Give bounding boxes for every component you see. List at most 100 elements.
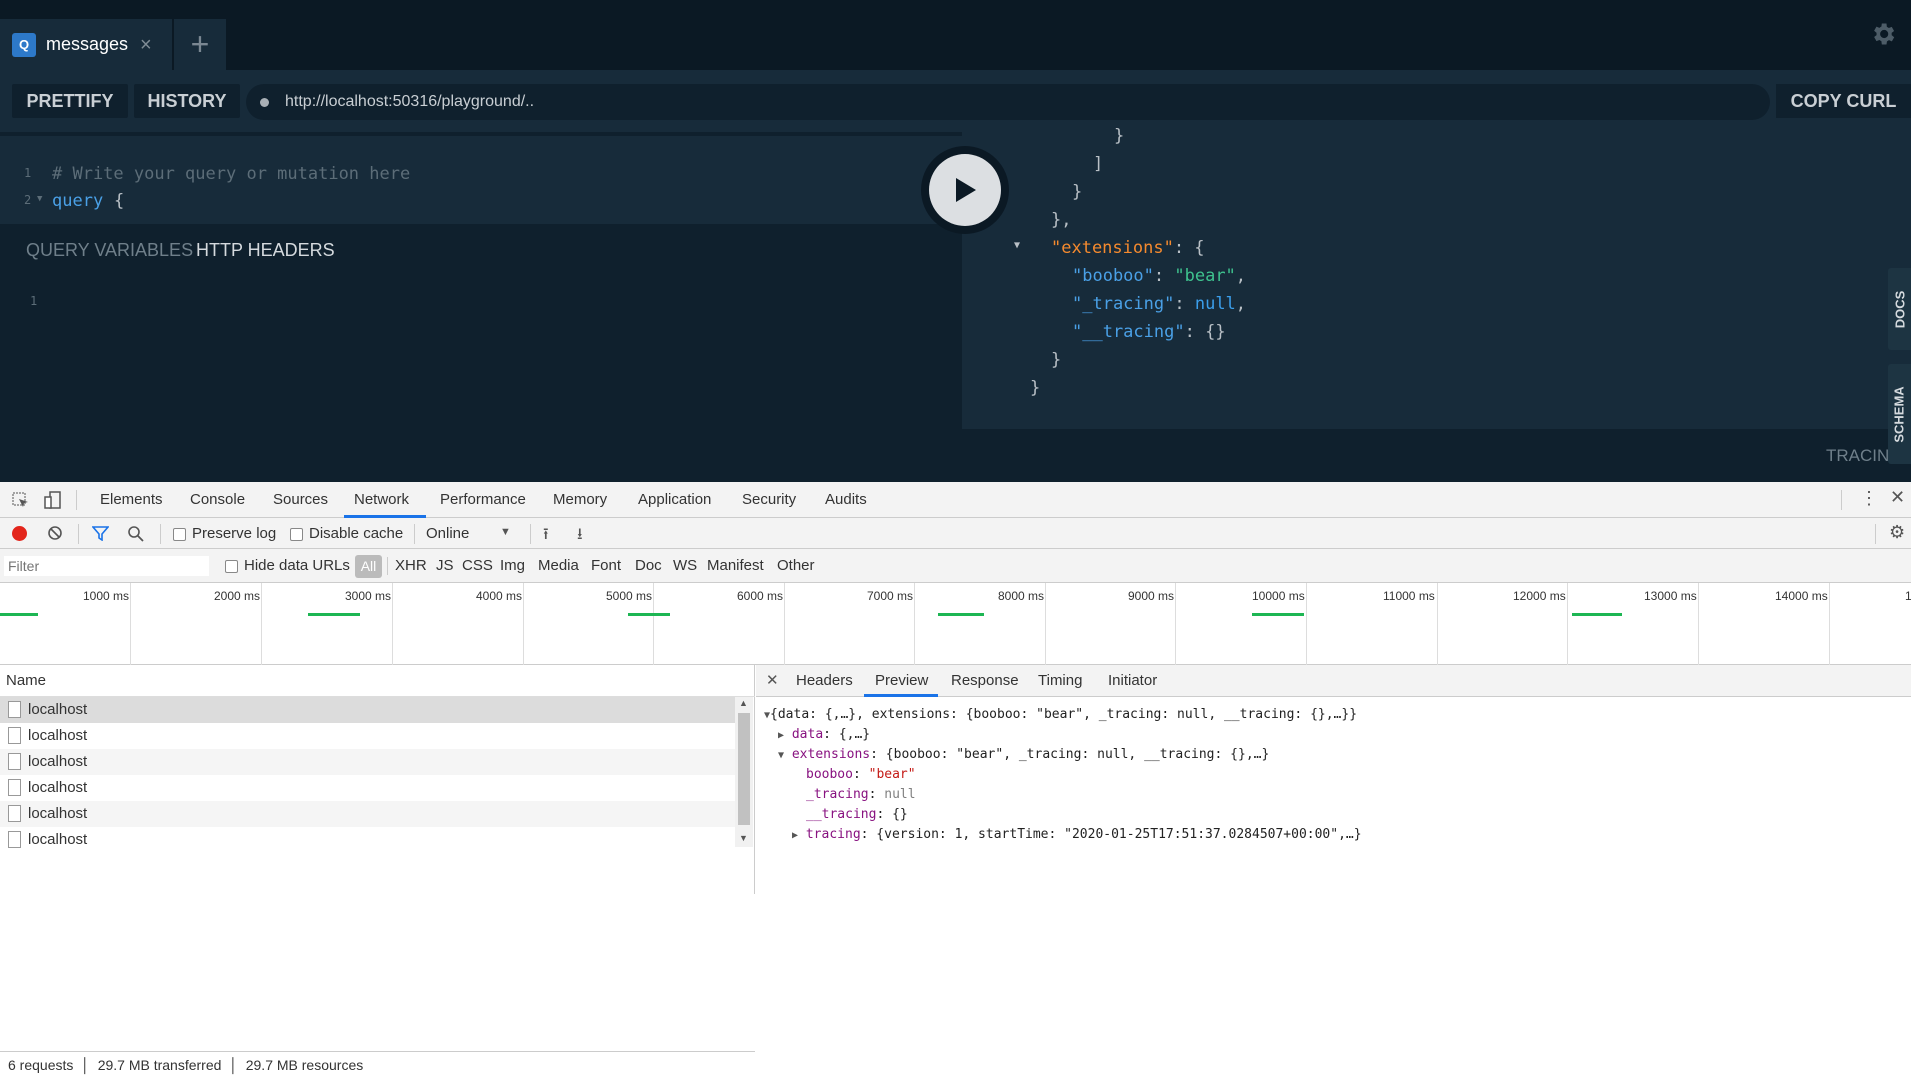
divider	[78, 524, 79, 544]
tab-security[interactable]: Security	[742, 491, 796, 508]
clear-icon[interactable]	[47, 525, 63, 541]
disable-cache-checkbox[interactable]: Disable cache	[290, 525, 403, 542]
chevron-down-icon[interactable]: ▼	[500, 526, 511, 538]
gear-icon[interactable]	[1869, 20, 1897, 48]
type-all-button[interactable]: All	[355, 555, 382, 578]
name-column-header[interactable]: Name	[0, 665, 755, 697]
history-button[interactable]: HISTORY	[134, 84, 240, 118]
request-row[interactable]: localhost	[0, 775, 735, 801]
tab-response[interactable]: Response	[951, 672, 1019, 689]
tab-elements[interactable]: Elements	[100, 491, 163, 508]
network-timeline[interactable]: 1000 ms 2000 ms 3000 ms 4000 ms 5000 ms …	[0, 583, 1911, 665]
type-xhr-button[interactable]: XHR	[395, 557, 427, 574]
tab-memory[interactable]: Memory	[553, 491, 607, 508]
expand-arrow-icon[interactable]: ▼	[778, 750, 784, 761]
type-ws-button[interactable]: WS	[673, 557, 697, 574]
add-tab-button[interactable]: +	[174, 19, 226, 70]
tracing-label[interactable]: TRACIN	[1826, 446, 1889, 466]
kebab-menu-icon[interactable]: ⋮	[1860, 488, 1878, 509]
preview-data-key: data	[791, 727, 824, 742]
collapsed-arrow-icon[interactable]: ▶	[792, 830, 798, 841]
tab-http-headers[interactable]: HTTP HEADERS	[196, 240, 335, 261]
type-css-button[interactable]: CSS	[462, 557, 493, 574]
docs-tab[interactable]: DOCS	[1888, 268, 1911, 350]
tab-initiator[interactable]: Initiator	[1108, 672, 1157, 689]
hide-data-urls-checkbox[interactable]: Hide data URLs	[225, 557, 350, 574]
tick-label: 12000 ms	[1513, 589, 1566, 603]
tab-query-variables[interactable]: QUERY VARIABLES	[26, 240, 193, 261]
request-row[interactable]: localhost	[0, 723, 735, 749]
variables-panel: QUERY VARIABLES HTTP HEADERS 1	[0, 224, 962, 482]
throttle-select[interactable]: Online	[426, 525, 469, 542]
tab-network[interactable]: Network	[354, 491, 409, 508]
open-brace: {	[114, 191, 125, 211]
tab-performance[interactable]: Performance	[440, 491, 526, 508]
search-icon[interactable]	[127, 525, 144, 542]
fold-arrow-icon[interactable]: ▼	[37, 194, 42, 204]
request-bar	[628, 613, 670, 616]
filter-input[interactable]	[4, 556, 209, 576]
tick-label: 14000 ms	[1775, 589, 1828, 603]
export-har-icon[interactable]: ⭳	[577, 523, 583, 550]
inspect-icon[interactable]	[12, 492, 29, 509]
type-img-button[interactable]: Img	[500, 557, 525, 574]
tick-line	[1829, 583, 1830, 665]
tick-line	[784, 583, 785, 665]
query-editor[interactable]: 1 2 ▼ # Write your query or mutation her…	[0, 136, 962, 224]
divider	[1875, 524, 1876, 544]
tab-sources[interactable]: Sources	[273, 491, 328, 508]
request-row[interactable]: localhost	[0, 801, 735, 827]
type-font-button[interactable]: Font	[591, 557, 621, 574]
request-bar	[0, 613, 38, 616]
devtools: Elements Console Sources Network Perform…	[0, 482, 1911, 1073]
run-query-button[interactable]	[921, 146, 1009, 234]
tick-label: 5000 ms	[606, 589, 653, 603]
request-row[interactable]: localhost	[0, 749, 735, 775]
type-doc-button[interactable]: Doc	[635, 557, 662, 574]
tick-label: 11000 ms	[1383, 589, 1435, 603]
import-har-icon[interactable]: ⭱	[543, 523, 549, 550]
divider	[530, 524, 531, 544]
close-icon[interactable]: ×	[140, 35, 152, 55]
request-row[interactable]: localhost	[0, 697, 735, 723]
close-icon[interactable]: ✕	[766, 671, 779, 689]
preserve-log-checkbox[interactable]: Preserve log	[173, 525, 276, 542]
line-number: 1	[30, 294, 38, 308]
tab-messages[interactable]: Q messages ×	[0, 19, 172, 70]
type-manifest-button[interactable]: Manifest	[707, 557, 764, 574]
tick-label: 4000 ms	[476, 589, 523, 603]
divider	[387, 557, 388, 575]
scroll-up-icon[interactable]: ▲	[739, 698, 748, 708]
type-js-button[interactable]: JS	[436, 557, 454, 574]
tracing2-value: {}	[1205, 322, 1226, 342]
tab-preview[interactable]: Preview	[875, 672, 928, 689]
tick-label: 8000 ms	[998, 589, 1045, 603]
scrollbar[interactable]: ▲ ▼	[735, 697, 753, 847]
tracing-value: null	[1194, 294, 1236, 314]
booboo-key: "booboo"	[1072, 266, 1154, 286]
schema-tab[interactable]: SCHEMA	[1888, 364, 1911, 464]
tab-timing[interactable]: Timing	[1038, 672, 1082, 689]
request-count: 6 requests	[8, 1057, 74, 1073]
device-toolbar-icon[interactable]	[44, 491, 62, 510]
request-row[interactable]: localhost	[0, 827, 735, 853]
collapsed-arrow-icon[interactable]: ▶	[778, 730, 784, 741]
fold-arrow-icon[interactable]: ▼	[1014, 240, 1020, 251]
tab-headers[interactable]: Headers	[796, 672, 853, 689]
prettify-button[interactable]: PRETTIFY	[12, 84, 128, 118]
scroll-down-icon[interactable]: ▼	[739, 833, 748, 843]
request-name: localhost	[28, 701, 88, 718]
close-devtools-icon[interactable]: ✕	[1890, 487, 1905, 508]
copy-curl-button[interactable]: COPY CURL	[1776, 84, 1911, 118]
type-media-button[interactable]: Media	[538, 557, 579, 574]
tab-audits[interactable]: Audits	[825, 491, 867, 508]
scrollbar-thumb[interactable]	[738, 713, 750, 825]
tab-application[interactable]: Application	[638, 491, 711, 508]
filter-icon[interactable]	[92, 526, 109, 541]
type-other-button[interactable]: Other	[777, 557, 815, 574]
preview-booboo-value: "bear"	[868, 767, 916, 782]
tab-console[interactable]: Console	[190, 491, 245, 508]
record-icon[interactable]	[12, 526, 27, 541]
network-settings-icon[interactable]: ⚙	[1889, 522, 1905, 543]
endpoint-url-input[interactable]: http://localhost:50316/playground/..	[246, 84, 1770, 120]
